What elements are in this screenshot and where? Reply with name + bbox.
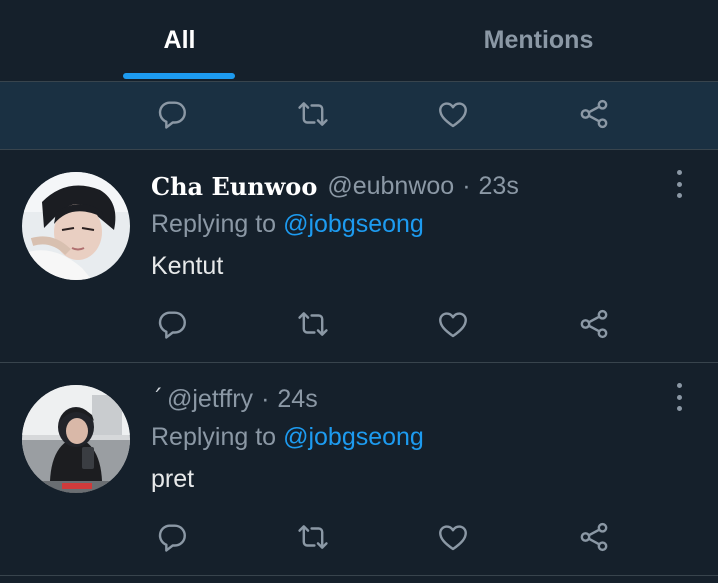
retweet-icon (298, 312, 328, 336)
retweet-button[interactable] (291, 515, 335, 559)
tweet-header: ´ @jetffry · 24s (151, 381, 318, 417)
replying-to: Replying to @jobgseong (151, 419, 424, 455)
like-button[interactable] (431, 92, 475, 136)
reply-button[interactable] (150, 92, 194, 136)
timestamp[interactable]: 24s (277, 385, 317, 414)
active-tab-indicator (123, 73, 235, 79)
tab-mentions[interactable]: Mentions (359, 0, 718, 81)
more-options-button[interactable] (668, 168, 690, 200)
separator-dot: · (462, 171, 471, 200)
tweet[interactable]: ´ @jetffry · 24s Replying to @jobgseong … (0, 363, 718, 576)
action-bar (0, 302, 718, 346)
action-bar (0, 92, 718, 136)
action-bar (0, 515, 718, 559)
more-vertical-icon (676, 383, 682, 388)
tweet-text: Kentut (151, 251, 224, 280)
replying-to-label: Replying to (151, 209, 277, 238)
more-options-button[interactable] (668, 381, 690, 413)
reply-icon (158, 524, 186, 552)
separator-dot: · (261, 384, 270, 413)
share-button[interactable] (572, 302, 616, 346)
retweet-button[interactable] (291, 302, 335, 346)
tweet[interactable]: Cha Eunwoo @eubnwoo · 23s Replying to @j… (0, 150, 718, 363)
tweet-header: Cha Eunwoo @eubnwoo · 23s (151, 168, 519, 204)
like-button[interactable] (431, 302, 475, 346)
display-name[interactable]: Cha Eunwoo (151, 172, 317, 201)
replying-to-label: Replying to (151, 422, 277, 451)
reply-icon (158, 101, 186, 129)
display-name[interactable]: ´ (151, 385, 163, 413)
reply-button[interactable] (150, 515, 194, 559)
replying-to: Replying to @jobgseong (151, 206, 424, 242)
retweet-icon (298, 102, 328, 126)
avatar[interactable] (22, 172, 130, 280)
user-handle[interactable]: @eubnwoo (327, 172, 454, 201)
share-icon (580, 309, 608, 339)
user-handle[interactable]: @jetffry (167, 385, 253, 414)
reply-button[interactable] (150, 302, 194, 346)
replying-to-handle[interactable]: @jobgseong (283, 210, 424, 239)
heart-icon (439, 102, 467, 128)
avatar-image (22, 172, 130, 280)
reply-icon (158, 311, 186, 339)
heart-icon (439, 312, 467, 338)
retweet-icon (298, 525, 328, 549)
replying-to-handle[interactable]: @jobgseong (283, 423, 424, 452)
notification-tabs: All Mentions (0, 0, 718, 82)
highlighted-tweet-actions (0, 82, 718, 150)
avatar-image (22, 385, 130, 493)
share-icon (580, 99, 608, 129)
avatar[interactable] (22, 385, 130, 493)
share-button[interactable] (572, 92, 616, 136)
heart-icon (439, 525, 467, 551)
more-vertical-icon (676, 170, 682, 175)
like-button[interactable] (431, 515, 475, 559)
tweet-text: pret (151, 464, 195, 493)
share-button[interactable] (572, 515, 616, 559)
timestamp[interactable]: 23s (479, 172, 519, 201)
retweet-button[interactable] (291, 92, 335, 136)
share-icon (580, 522, 608, 552)
tab-all[interactable]: All (0, 0, 359, 81)
